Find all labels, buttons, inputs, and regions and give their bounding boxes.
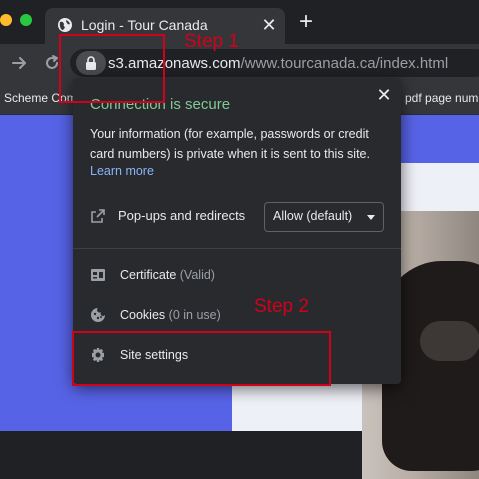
learn-more-link[interactable]: Learn more	[90, 164, 154, 178]
chevron-down-icon	[367, 215, 375, 220]
maximize-window-button[interactable]	[20, 14, 32, 26]
minimize-window-button[interactable]	[0, 14, 12, 26]
step2-highlight-box	[72, 331, 331, 386]
cookies-status: (0 in use)	[168, 308, 221, 322]
certificate-status: (Valid)	[179, 268, 215, 282]
external-link-icon	[91, 209, 105, 223]
certificate-icon	[91, 269, 105, 281]
globe-icon	[58, 18, 72, 32]
popups-redirects-label: Pop-ups and redirects	[118, 208, 246, 223]
close-tab-icon[interactable]: ✕	[259, 15, 279, 35]
url-path: /www.tourcanada.ca/index.html	[240, 55, 449, 72]
pug-nose	[420, 321, 479, 361]
new-tab-button[interactable]: +	[296, 10, 316, 34]
certificate-text: Certificate	[120, 268, 177, 282]
step2-label: Step 2	[254, 296, 309, 317]
forward-arrow-icon[interactable]	[10, 53, 30, 73]
popups-permission-select[interactable]: Allow (default)	[264, 202, 384, 232]
certificate-row[interactable]: Certificate (Valid)	[73, 259, 401, 295]
certificate-label: Certificate (Valid)	[120, 268, 215, 282]
step1-label: Step 1	[184, 31, 239, 52]
cookies-row[interactable]: Cookies (0 in use)	[73, 299, 401, 335]
popups-permission-value: Allow (default)	[273, 209, 353, 223]
security-description: Your information (for example, passwords…	[90, 127, 370, 161]
close-icon[interactable]: ✕	[375, 86, 393, 104]
section-divider	[73, 248, 401, 249]
step1-highlight-box	[59, 34, 165, 103]
cookie-icon	[91, 308, 105, 322]
cookies-text: Cookies	[120, 308, 166, 322]
bookmark-pdf-page[interactable]: pdf page num	[405, 91, 478, 105]
popups-redirects-row: Pop-ups and redirects Allow (default)	[73, 202, 401, 232]
cookies-label: Cookies (0 in use)	[120, 308, 221, 322]
